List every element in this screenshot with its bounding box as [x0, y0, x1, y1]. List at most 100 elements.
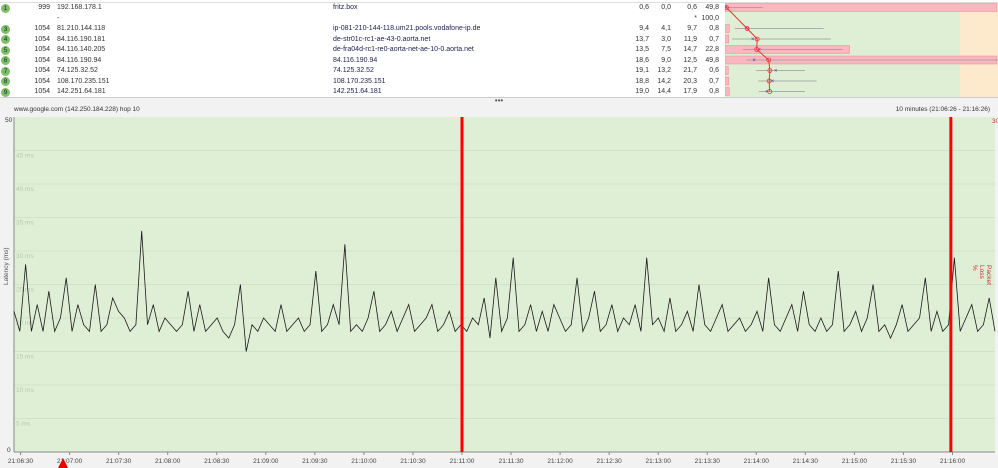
hop-number-badge: 7 [1, 66, 10, 76]
current-latency-marker: × [751, 37, 755, 43]
x-tick-label: 21:13:30 [695, 458, 721, 465]
x-tick-label: 21:12:30 [596, 458, 622, 465]
packet-loss-pct: 0,8 [709, 88, 719, 95]
x-tick-label: 21:13:00 [646, 458, 672, 465]
packet-loss-pct: 0,6 [709, 67, 719, 74]
warn-latency-zone [960, 3, 998, 97]
current-latency-marker: × [774, 69, 778, 75]
packet-loss-pct: 49,8 [705, 4, 719, 11]
hop-number-badge: 5 [1, 45, 10, 55]
hop-number-badge: 3 [1, 24, 10, 34]
y-tick-label: 10 ms [16, 387, 34, 394]
ip-address: 84.116.140.205 [57, 46, 106, 53]
packet-loss-pct: 22,8 [705, 46, 719, 53]
y-tick-label: 15 ms [16, 354, 34, 361]
ip-address: 142.251.64.181 [57, 88, 106, 95]
host-name: fritz.box [333, 4, 358, 11]
cur-latency: 17,9 [683, 88, 697, 95]
y-tick-label: 45 ms [16, 153, 34, 160]
cur-latency: 20,3 [683, 77, 697, 85]
splitter-handle[interactable]: ••• [0, 97, 998, 106]
x-tick-label: 21:14:00 [744, 458, 770, 465]
y-tick-label: 25 ms [16, 287, 34, 294]
host-name: de-str01c-rc1-ae-43-0.aorta.net [333, 35, 431, 43]
host-name: 74.125.32.52 [333, 67, 374, 74]
avg-latency: 13,5 [635, 46, 649, 53]
host-name: 108.170.235.151 [333, 77, 386, 85]
x-tick-label: 21:06:30 [8, 458, 34, 465]
cur-latency: 0,6 [687, 4, 697, 11]
sample-count: 999 [38, 4, 50, 11]
packet-loss-bar [725, 87, 730, 96]
chart-title: www.google.com (142.250.184.228) hop 10 [14, 106, 140, 113]
avg-latency: 13,7 [635, 35, 649, 43]
y-tick-label: 20 ms [16, 320, 34, 327]
cur-latency: 12,5 [683, 56, 697, 64]
packet-loss-pct: 49,8 [705, 56, 719, 64]
y-tick-label: 30 ms [16, 253, 34, 260]
ip-address: - [57, 14, 60, 22]
min-latency: 14,4 [657, 88, 671, 95]
x-tick-label: 21:07:30 [106, 458, 132, 465]
x-tick-label: 21:08:00 [155, 458, 181, 465]
y-tick-label: 40 ms [16, 186, 34, 193]
host-name: 84.116.190.94 [333, 56, 378, 64]
packet-loss-pct: 100,0 [701, 14, 719, 22]
ip-address: 192.168.178.1 [57, 4, 102, 11]
x-tick-label: 21:10:30 [400, 458, 426, 465]
trace-graph: ×××××××× [725, 3, 998, 97]
latency-chart: 45 ms 40 ms 35 ms 30 ms 25 ms 20 ms 15 ms 10 ms… [5, 117, 998, 468]
ip-address: 84.116.190.94 [57, 56, 102, 64]
packet-loss-pct: 0,8 [709, 25, 719, 32]
avg-latency: 18,6 [635, 56, 649, 64]
x-tick-label: 21:11:30 [499, 458, 524, 465]
sample-count: 1054 [34, 46, 50, 53]
host-name: de-fra04d-rc1-re0-aorta-net-ae-10-0.aort… [333, 46, 474, 53]
min-latency: 13,2 [657, 67, 671, 74]
packet-loss-event [949, 117, 953, 452]
hop-number-badge: 9 [1, 87, 10, 97]
packet-loss-bar [725, 76, 730, 86]
y-axis-max: 50 [5, 117, 13, 124]
x-tick-label: 21:15:30 [891, 458, 917, 465]
cur-latency: 9,7 [687, 25, 697, 32]
sample-count: 1054 [34, 77, 50, 85]
ip-address: 108.170.235.151 [57, 77, 110, 85]
min-latency: 14,2 [657, 77, 671, 85]
packet-loss-bar [725, 3, 998, 12]
hop-number-badge: 6 [1, 56, 10, 65]
x-tick-label: 21:11:00 [450, 458, 475, 465]
min-latency: 9,0 [661, 56, 671, 64]
x-tick-label: 21:09:00 [253, 458, 279, 465]
cur-latency: 21,7 [683, 67, 697, 74]
x-tick-label: 21:08:30 [204, 458, 230, 465]
avg-latency: 19,1 [635, 67, 649, 74]
ip-address: 84.116.190.181 [57, 35, 106, 43]
sample-count: 1054 [34, 35, 50, 43]
time-range-dropdown[interactable]: 10 minutes (21:06:26 - 21:16:26) [896, 106, 990, 113]
packet-loss-bar [725, 24, 730, 33]
x-tick-label: 21:14:30 [793, 458, 819, 465]
min-latency: 0,0 [661, 4, 671, 11]
sample-count: 1054 [34, 67, 50, 74]
x-tick-label: 21:12:00 [547, 458, 573, 465]
avg-latency: 19,0 [635, 88, 649, 95]
hop-number-badge: 1 [1, 3, 10, 13]
min-latency: 4,1 [661, 25, 671, 32]
min-latency: 7,5 [661, 46, 671, 53]
packet-loss-pct: 0,7 [709, 35, 719, 43]
min-latency: 3,0 [661, 35, 671, 43]
x-tick-label: 21:10:00 [351, 458, 377, 465]
hop-number-badge: 4 [1, 35, 10, 44]
hop-number-badge: 8 [1, 77, 10, 86]
x-tick-label: 21:16:00 [940, 458, 966, 465]
sample-count: 1054 [34, 88, 50, 95]
y-tick-label: 35 ms [16, 220, 34, 227]
avg-latency: 0,6 [639, 4, 649, 11]
x-tick-label: 21:09:30 [302, 458, 328, 465]
ip-address: 74.125.32.52 [57, 67, 98, 74]
sample-count: 1054 [34, 56, 50, 64]
y-axis-min: 0 [7, 447, 11, 454]
y2-axis-max: 30 [992, 118, 998, 125]
packet-loss-bar [725, 34, 730, 44]
